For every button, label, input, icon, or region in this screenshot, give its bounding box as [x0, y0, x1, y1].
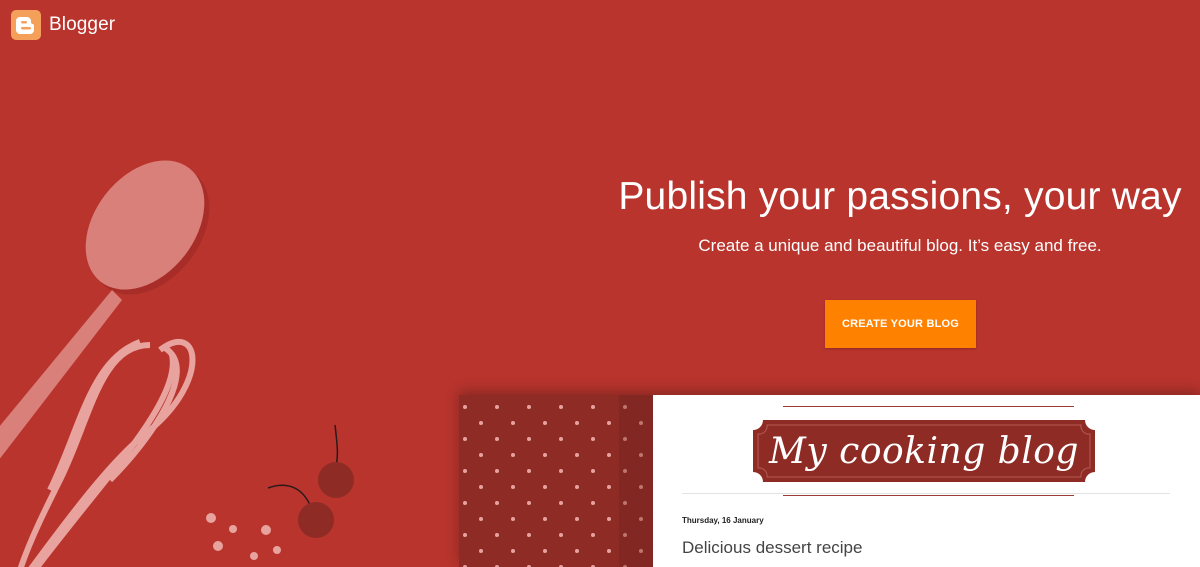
- wooden-spoon-icon: [0, 160, 210, 459]
- hero-subtitle: Create a unique and beautiful blog. It’s…: [698, 236, 1102, 255]
- blogger-logo-icon: [11, 10, 41, 40]
- blog-preview: My cooking blog Thursday, 16 January Del…: [459, 395, 1200, 567]
- blog-page: My cooking blog Thursday, 16 January Del…: [653, 395, 1200, 567]
- banner-rule-top: [783, 406, 1074, 407]
- polka-dot-pattern: [459, 395, 653, 567]
- create-blog-button[interactable]: CREATE YOUR BLOG: [825, 300, 976, 348]
- divider: [682, 493, 1170, 494]
- post-date: Thursday, 16 January: [682, 516, 764, 525]
- blogger-logo[interactable]: Blogger: [11, 10, 115, 40]
- blog-title: My cooking blog: [769, 430, 1079, 472]
- banner-rule-bottom: [783, 495, 1074, 496]
- sprinkles-icon: [206, 513, 281, 560]
- top-bar: Blogger: [0, 0, 1200, 50]
- kitchen-illustration: [0, 160, 354, 567]
- hero: Publish your passions, your way Create a…: [590, 170, 1200, 258]
- brand-name: Blogger: [49, 14, 116, 35]
- post-title[interactable]: Delicious dessert recipe: [682, 538, 862, 558]
- cherries-icon: [267, 424, 354, 538]
- hero-title: Publish your passions, your way: [618, 175, 1182, 218]
